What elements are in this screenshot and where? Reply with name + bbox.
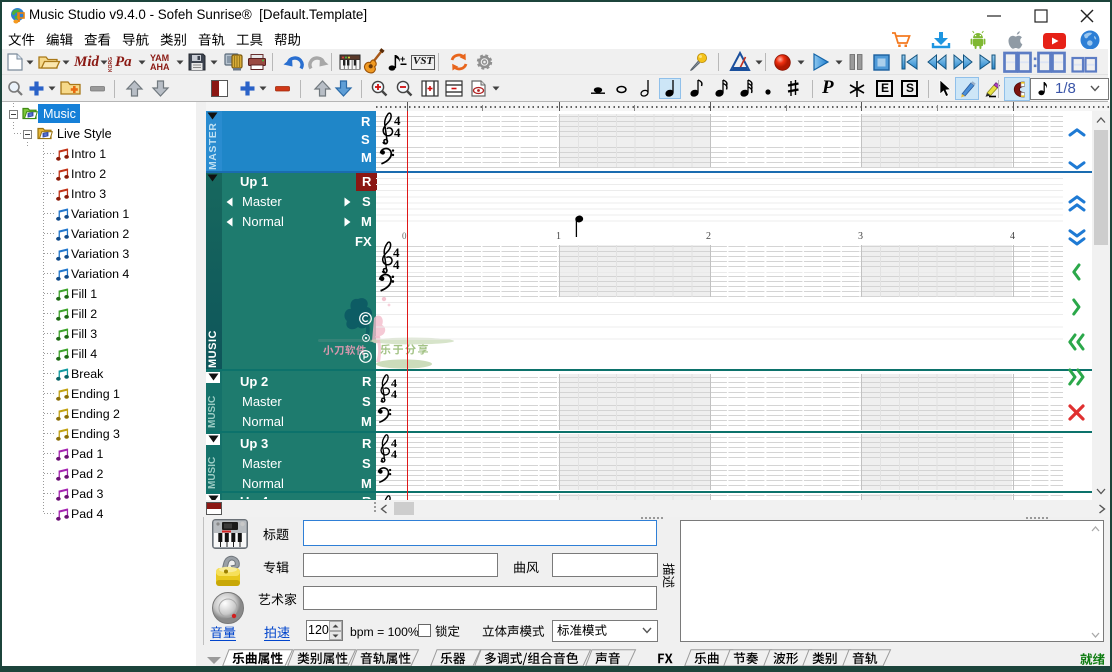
svg-text:+: + <box>400 54 405 64</box>
